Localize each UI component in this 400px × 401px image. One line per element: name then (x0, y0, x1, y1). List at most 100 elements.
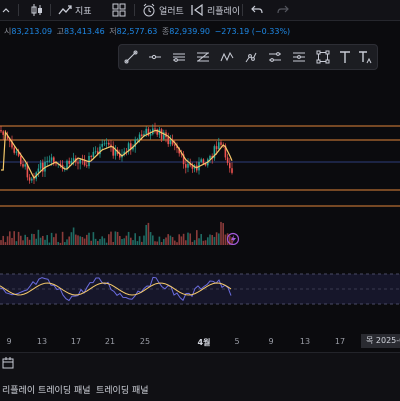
replay-trading-panel-tab[interactable]: 리플레이 트레이딩 패널 (2, 383, 91, 396)
volume-bar (114, 231, 117, 245)
volume-bar (61, 231, 64, 245)
trading-panel-tab[interactable]: 트레이딩 패널 (96, 383, 149, 396)
volume-bar (28, 239, 31, 245)
layout-grid-button[interactable] (112, 3, 126, 17)
fib-retracement-icon[interactable] (195, 49, 211, 65)
volume-bar (198, 238, 200, 245)
volume-bar (147, 222, 150, 245)
volume-bar (189, 233, 191, 245)
volume-bar (138, 236, 141, 245)
candle-body (46, 160, 48, 162)
volume-bar (182, 233, 185, 245)
candle-body (167, 137, 169, 145)
horizontal-ray-icon[interactable] (147, 49, 163, 65)
volume-bar (48, 242, 51, 245)
open-value: 83,213.09 (11, 27, 53, 36)
candle-body (39, 162, 42, 169)
volume-chart (0, 221, 240, 246)
alarm-clock-icon (143, 3, 155, 17)
redo-button[interactable] (276, 3, 290, 17)
candlestick-icon (31, 4, 42, 16)
replay-icon (191, 3, 203, 17)
volume-bar (39, 237, 42, 245)
zigzag-pattern-icon[interactable] (219, 49, 235, 65)
volume-bar (57, 241, 59, 245)
price-pane[interactable] (0, 70, 400, 215)
volume-bar (202, 240, 205, 245)
alert-button[interactable]: 얼러트 (142, 3, 184, 17)
time-axis-label: 17 (334, 337, 346, 346)
candle-body (154, 128, 156, 130)
replay-button[interactable]: 리플레이 (190, 3, 240, 17)
candle-body (160, 129, 163, 140)
time-axis[interactable]: 9 13 17 21 25 4월 5 9 13 17 목 2025-0 (0, 332, 400, 350)
candle-style-button[interactable] (30, 3, 44, 17)
trend-line-icon[interactable] (123, 49, 139, 65)
volume-bar (141, 241, 143, 245)
long-position-icon[interactable] (243, 49, 259, 65)
text-note-icon[interactable] (357, 49, 373, 65)
candle-body (50, 157, 53, 161)
ohlc-legend: 시83,213.09 고83,413.46 저82,577.63 종82,939… (4, 26, 290, 37)
volume-bar (213, 236, 216, 245)
volume-bar (4, 242, 7, 245)
indicators-label: 지표 (75, 6, 92, 17)
volume-bar (92, 232, 95, 245)
volume-bar (134, 233, 136, 245)
calendar-icon[interactable] (2, 357, 14, 372)
text-icon[interactable] (337, 49, 353, 65)
parallel-channel-icon[interactable] (171, 49, 187, 65)
bottom-panel-bar: 리플레이 트레이딩 패널 트레이딩 패널 (0, 352, 400, 401)
volume-bar (200, 234, 202, 245)
volume-bar (0, 240, 2, 245)
candle-body (66, 160, 68, 169)
volume-bar (20, 235, 22, 245)
rectangle-icon[interactable] (315, 49, 331, 65)
volume-bar (35, 238, 37, 245)
candle-body (72, 158, 75, 161)
candle-body (94, 151, 97, 153)
candle-body (77, 162, 79, 164)
candle-body (138, 134, 141, 140)
long-short-position-icon[interactable] (291, 49, 307, 65)
replay-label: 리플레이 (207, 6, 241, 17)
volume-bar (110, 231, 112, 245)
volume-bar (26, 237, 29, 245)
volume-bar (125, 235, 128, 245)
toolbar-divider (50, 4, 51, 16)
candle-body (229, 162, 231, 169)
volume-bar (66, 239, 68, 245)
candle-body (187, 163, 189, 168)
volume-bar (123, 238, 125, 245)
volume-bar (42, 235, 44, 245)
volume-bar (145, 224, 147, 245)
volume-bar (207, 237, 209, 245)
candle-body (103, 143, 106, 145)
current-date-label: 목 2025-0 (361, 334, 400, 348)
volume-bar (90, 240, 92, 245)
volume-bar (22, 240, 24, 245)
volume-bar (17, 231, 20, 245)
volume-bar (97, 241, 99, 245)
volume-bar (105, 242, 108, 245)
toolbar-divider (242, 4, 243, 16)
indicators-button[interactable]: 지표 (58, 3, 92, 17)
high-label: 고 (56, 27, 65, 36)
volume-bar (68, 236, 70, 245)
volume-pane (0, 215, 400, 246)
volume-bar (31, 233, 33, 245)
candle-body (136, 139, 139, 140)
volume-bar (187, 232, 189, 245)
candle-body (169, 139, 172, 145)
volume-bar (156, 241, 158, 245)
undo-button[interactable] (250, 3, 264, 17)
moving-average-line (1, 129, 233, 180)
volume-bar (94, 238, 97, 245)
undo-icon (251, 5, 263, 14)
candle-body (149, 134, 152, 136)
volume-bar (55, 233, 57, 245)
volume-bar (81, 236, 84, 245)
volume-bar (180, 236, 183, 245)
chart-type-chevron-icon[interactable] (2, 3, 10, 17)
date-price-range-icon[interactable] (267, 49, 283, 65)
